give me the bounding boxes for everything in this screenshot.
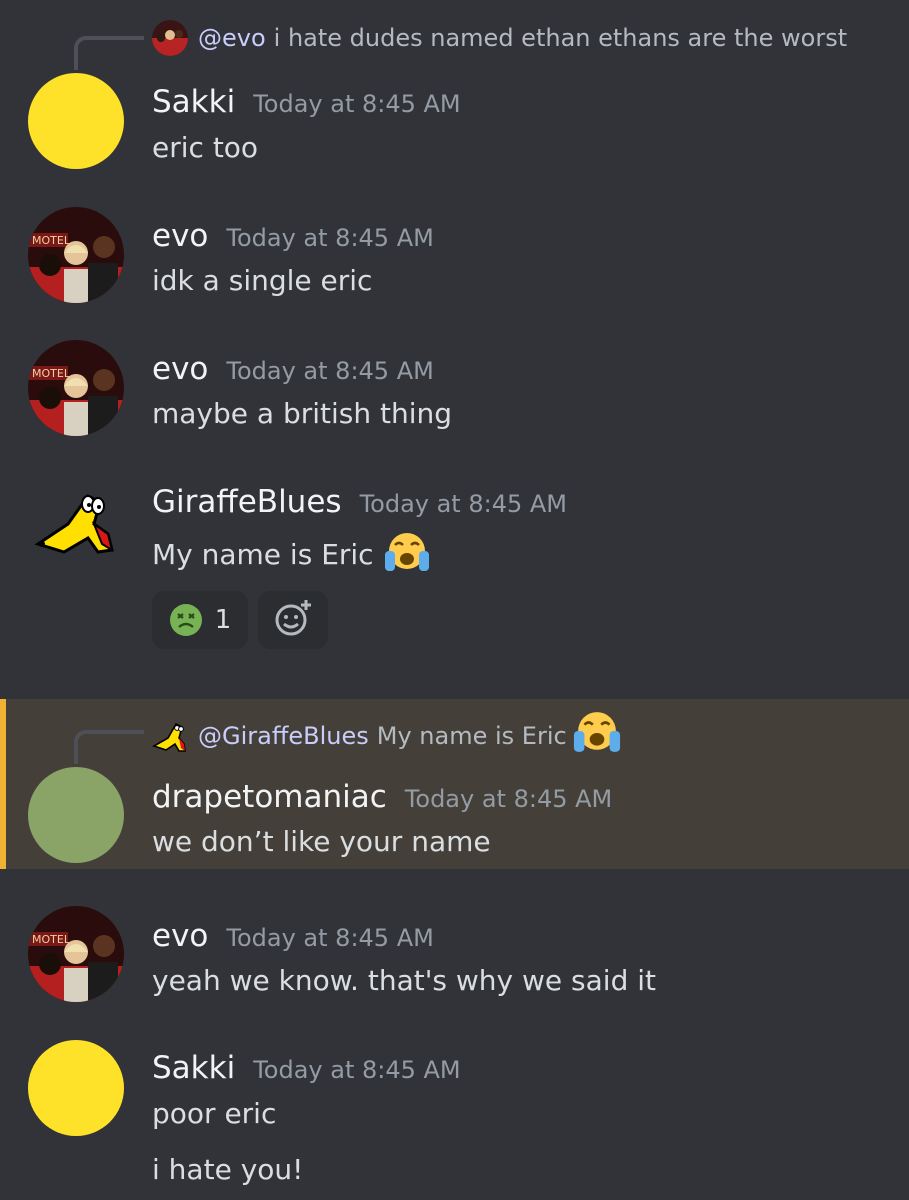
loudly-crying-face-icon [383,531,431,581]
author-name[interactable]: GiraffeBlues [152,484,342,520]
timestamp: Today at 8:45 AM [253,90,461,118]
message-text: we don’t like your name [152,825,491,858]
add-reaction-button[interactable] [258,591,328,649]
evo-avatar[interactable]: MOTEL [28,906,124,1002]
reaction-count: 1 [214,605,232,635]
message-text: poor eric [152,1097,277,1130]
reply-preview[interactable]: @GiraffeBlues My name is Eric [152,710,623,761]
message-header: drapetomaniac Today at 8:45 AM [152,779,612,817]
timestamp: Today at 8:45 AM [226,224,434,252]
author-name[interactable]: evo [152,218,208,254]
message-text-content: My name is Eric [152,538,374,571]
giraffeblues-avatar[interactable] [28,474,124,570]
evo-avatar[interactable]: MOTEL [28,207,124,303]
reply-text: i hate dudes named ethan ethans are the … [273,24,848,52]
message-header: GiraffeBlues Today at 8:45 AM [152,484,567,522]
author-name[interactable]: evo [152,351,208,387]
giraffeblues-mini-avatar [152,718,188,754]
svg-text:MOTEL: MOTEL [32,933,71,946]
author-name[interactable]: evo [152,918,208,954]
timestamp: Today at 8:45 AM [404,785,613,813]
timestamp: Today at 8:45 AM [226,924,434,952]
reply-spine [74,730,144,764]
mention-highlight-bar [0,699,6,869]
message-header: evo Today at 8:45 AM [152,918,434,956]
message-header: Sakki Today at 8:45 AM [152,84,461,122]
reply-mention[interactable]: @evo [198,23,266,53]
sakki-avatar[interactable] [28,73,124,169]
message-text: eric too [152,131,259,164]
svg-text:MOTEL: MOTEL [32,367,71,380]
message-text: idk a single eric [152,264,373,297]
add-reaction-icon [273,598,313,642]
reply-preview[interactable]: @evo i hate dudes named ethan ethans are… [152,20,847,56]
reply-spine [74,36,144,70]
message-text: maybe a british thing [152,397,453,430]
drapetomaniac-avatar[interactable] [28,767,124,863]
timestamp: Today at 8:45 AM [253,1056,461,1084]
message-text: My name is Eric [152,531,431,581]
message-header: evo Today at 8:45 AM [152,218,434,256]
timestamp: Today at 8:45 AM [359,490,567,518]
message-header: Sakki Today at 8:45 AM [152,1050,461,1088]
author-name[interactable]: Sakki [152,84,235,120]
timestamp: Today at 8:45 AM [226,357,434,385]
message-text: yeah we know. that's why we said it [152,964,656,997]
loudly-crying-face-icon [571,710,623,761]
author-name[interactable]: Sakki [152,1050,235,1086]
author-name[interactable]: drapetomaniac [152,779,387,815]
svg-text:MOTEL: MOTEL [32,234,71,247]
reply-mention[interactable]: @GiraffeBlues [198,721,369,751]
evo-avatar[interactable]: MOTEL [28,340,124,436]
evo-mini-avatar [152,20,188,56]
sakki-avatar[interactable] [28,1040,124,1136]
nauseated-face-icon [169,603,203,637]
reply-text: My name is Eric [376,721,567,750]
message-text: i hate you! [152,1153,304,1186]
message-header: evo Today at 8:45 AM [152,351,434,389]
reaction-nauseated[interactable]: 1 [152,591,248,649]
